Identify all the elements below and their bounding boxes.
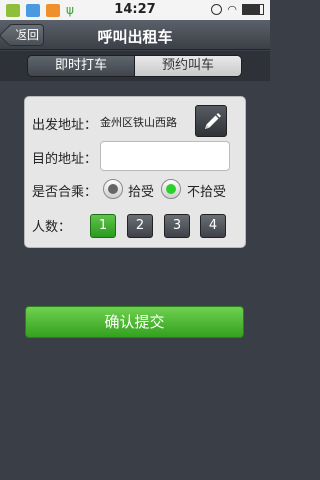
carpool-decline-label: 不拾受 xyxy=(187,185,227,200)
pencil-icon xyxy=(205,113,221,129)
people-label: 人数： xyxy=(32,220,72,235)
destination-label: 目的地址： xyxy=(32,152,98,167)
status-bar: ψ 14:27 ◠ xyxy=(0,0,270,20)
carpool-label: 是否合乘： xyxy=(32,185,98,200)
segmented-tabs: 即时打车 预约叫车 xyxy=(27,55,242,77)
radio-off-dot xyxy=(108,184,118,194)
people-option-3[interactable]: 3 xyxy=(164,214,190,238)
edit-address-button[interactable] xyxy=(195,105,227,137)
destination-input[interactable] xyxy=(100,141,230,171)
battery-icon xyxy=(242,4,264,15)
departure-address: 金州区铁山西路 xyxy=(100,116,177,129)
carpool-accept-label: 拾受 xyxy=(128,185,155,200)
people-option-2[interactable]: 2 xyxy=(127,214,153,238)
radio-on-dot xyxy=(166,184,176,194)
taxi-form: 出发地址： 金州区铁山西路 目的地址： 是否合乘： 拾受 不拾受 人数： 1 2… xyxy=(24,96,246,248)
submit-button[interactable]: 确认提交 xyxy=(25,306,244,338)
people-option-1[interactable]: 1 xyxy=(90,214,116,238)
system-icons: ◠ xyxy=(211,3,264,16)
departure-label: 出发地址： xyxy=(32,118,98,133)
tab-bar: 即时打车 预约叫车 xyxy=(0,51,270,81)
title-bar: 返回 呼叫出租车 xyxy=(0,20,270,50)
tab-instant-taxi[interactable]: 即时打车 xyxy=(28,56,135,76)
wifi-icon: ◠ xyxy=(227,3,237,16)
clock-icon xyxy=(211,4,223,15)
carpool-accept-radio[interactable] xyxy=(103,179,123,199)
people-option-4[interactable]: 4 xyxy=(200,214,226,238)
carpool-decline-radio[interactable] xyxy=(161,179,181,199)
tab-reserve-taxi[interactable]: 预约叫车 xyxy=(135,56,241,76)
page-title: 呼叫出租车 xyxy=(97,28,173,46)
